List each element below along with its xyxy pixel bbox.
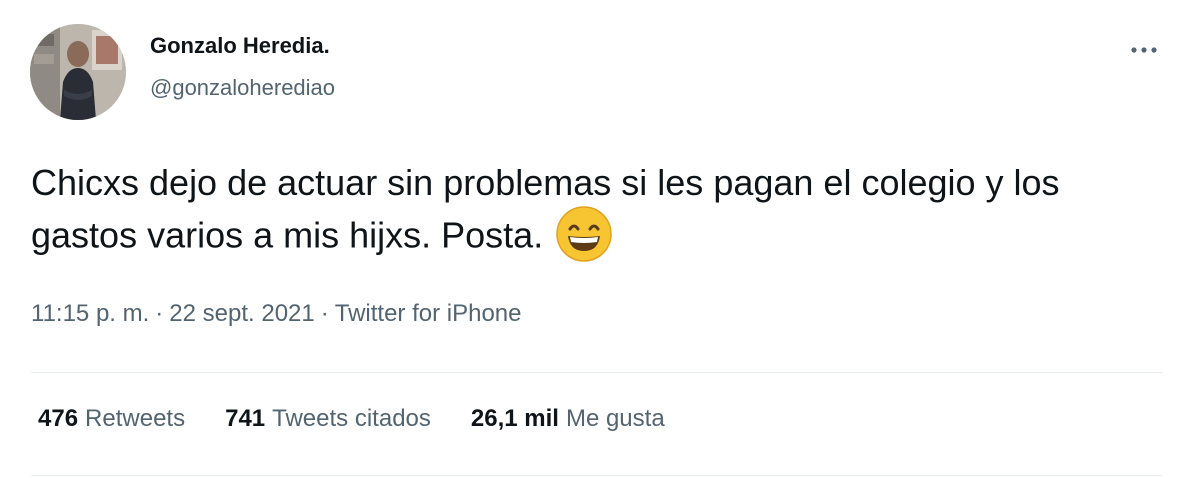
likes-stat[interactable]: 26,1 mil Me gusta (471, 405, 665, 433)
tweet-body: Chicxs dejo de actuar sin problemas si l… (31, 157, 1161, 267)
tweet-date[interactable]: 22 sept. 2021 (169, 300, 314, 327)
retweets-label: Retweets (85, 405, 186, 432)
avatar[interactable] (30, 24, 126, 120)
quote-tweets-stat[interactable]: 741 Tweets citados (225, 405, 431, 433)
display-name[interactable]: Gonzalo Heredia. (150, 33, 330, 59)
tweet-text: Chicxs dejo de actuar sin problemas si l… (31, 162, 1060, 256)
meta-separator: · (155, 300, 164, 327)
tweet-time[interactable]: 11:15 p. m. (31, 300, 149, 327)
quote-tweets-label: Tweets citados (272, 405, 431, 432)
more-options-button[interactable] (1126, 36, 1162, 64)
more-horizontal-icon (1131, 47, 1157, 53)
user-handle[interactable]: @gonzaloherediao (150, 75, 335, 101)
grinning-face-emoji-icon (555, 205, 613, 263)
meta-separator: · (320, 300, 329, 327)
quote-tweets-count: 741 (225, 405, 266, 432)
likes-label: Me gusta (565, 405, 665, 432)
divider (31, 475, 1162, 476)
divider (31, 372, 1162, 373)
retweets-stat[interactable]: 476 Retweets (38, 405, 185, 433)
likes-count: 26,1 mil (470, 405, 559, 432)
tweet-card: Gonzalo Heredia. @gonzaloherediao Chicxs… (0, 0, 1200, 478)
tweet-source[interactable]: Twitter for iPhone (335, 300, 522, 327)
tweet-metadata: 11:15 p. m. · 22 sept. 2021 · Twitter for iP… (31, 300, 522, 328)
engagement-stats: 476 Retweets 741 Tweets citados 26,1 mil Me… (38, 405, 665, 433)
avatar-photo (30, 24, 126, 120)
retweets-count: 476 (38, 405, 79, 432)
